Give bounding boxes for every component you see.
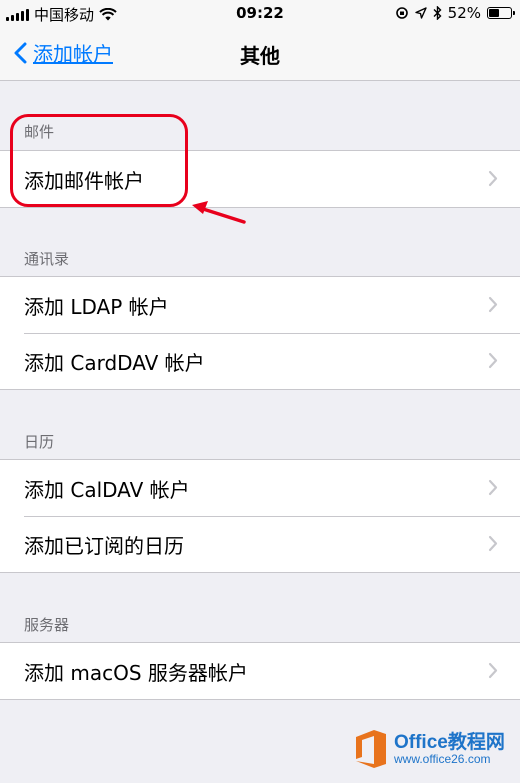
group-calendar: 添加 CalDAV 帐户 添加已订阅的日历 <box>0 459 520 573</box>
cell-label: 添加 CardDAV 帐户 <box>24 350 205 375</box>
cell-label: 添加已订阅的日历 <box>24 533 184 558</box>
chevron-right-icon <box>488 479 498 496</box>
section-header-server: 服务器 <box>24 616 70 634</box>
watermark-url: www.office26.com <box>394 751 491 766</box>
status-bar: 中国移动 09:22 52% <box>0 0 520 26</box>
add-ldap-account-cell[interactable]: 添加 LDAP 帐户 <box>0 277 520 333</box>
chevron-right-icon <box>488 170 498 187</box>
section-header-mail: 邮件 <box>24 123 55 141</box>
navigation-bar: 添加帐户 其他 <box>0 26 520 81</box>
orientation-lock-icon <box>395 7 408 19</box>
watermark-text: Office教程网 www.office26.com <box>394 731 505 766</box>
cell-label: 添加邮件帐户 <box>24 168 144 193</box>
chevron-right-icon <box>488 296 498 313</box>
add-subscribed-calendar-cell[interactable]: 添加已订阅的日历 <box>0 516 520 572</box>
chevron-right-icon <box>488 535 498 552</box>
cell-label: 添加 LDAP 帐户 <box>24 294 169 319</box>
battery-percent: 52% <box>447 4 481 22</box>
chevron-right-icon <box>488 662 498 679</box>
watermark-title: Office教程网 <box>394 731 505 753</box>
group-mail: 添加邮件帐户 <box>0 150 520 208</box>
add-caldav-account-cell[interactable]: 添加 CalDAV 帐户 <box>0 460 520 516</box>
group-contacts: 添加 LDAP 帐户 添加 CardDAV 帐户 <box>0 276 520 390</box>
chevron-right-icon <box>488 352 498 369</box>
battery-icon <box>487 7 515 19</box>
bluetooth-icon <box>433 6 442 20</box>
watermark-logo: Office教程网 www.office26.com <box>352 728 505 770</box>
add-mail-account-cell[interactable]: 添加邮件帐户 <box>0 151 520 207</box>
section-header-contacts: 通讯录 <box>24 250 70 268</box>
section-header-calendar: 日历 <box>24 433 55 451</box>
annotation-arrow-icon <box>192 201 246 224</box>
location-icon <box>414 7 427 19</box>
add-macos-server-account-cell[interactable]: 添加 macOS 服务器帐户 <box>0 643 520 699</box>
add-carddav-account-cell[interactable]: 添加 CardDAV 帐户 <box>0 333 520 389</box>
cell-label: 添加 macOS 服务器帐户 <box>24 660 248 685</box>
group-server: 添加 macOS 服务器帐户 <box>0 642 520 700</box>
battery-fill <box>489 9 499 17</box>
office-logo-icon <box>356 730 386 768</box>
page-title: 其他 <box>240 44 280 68</box>
status-right: 52% <box>395 4 515 22</box>
cell-label: 添加 CalDAV 帐户 <box>24 477 190 502</box>
